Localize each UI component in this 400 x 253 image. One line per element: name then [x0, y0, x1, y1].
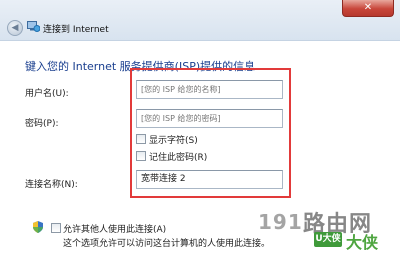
show-chars-checkbox[interactable] — [136, 134, 146, 144]
username-input[interactable] — [136, 80, 283, 99]
password-label: 密码(P): — [25, 119, 59, 129]
password-input[interactable] — [136, 109, 283, 128]
username-label: 用户名(U): — [25, 89, 69, 99]
connection-name-label: 连接名称(N): — [25, 180, 78, 190]
remember-password-checkbox[interactable] — [136, 151, 146, 161]
window-title: 连接到 Internet — [43, 25, 109, 35]
close-button[interactable]: ✕ — [342, 0, 394, 17]
title-bar: ◀ 连接到 Internet — [0, 0, 400, 41]
show-chars-label: 显示字符(S) — [149, 136, 198, 146]
watermark-badge: U大侠 — [314, 232, 342, 247]
watermark-badge-suffix: 大侠 — [346, 233, 379, 252]
remember-password-label: 记住此密码(R) — [149, 153, 208, 163]
uac-shield-icon — [33, 221, 43, 233]
back-button[interactable]: ◀ — [7, 20, 23, 36]
sharing-note: 这个选项允许可以访问这台计算机的人使用此连接。 — [63, 239, 271, 249]
network-wizard-icon — [27, 21, 40, 32]
connection-name-input[interactable]: 宽带连接 2 — [136, 170, 283, 189]
allow-others-label: 允许其他人使用此连接(A) — [63, 225, 167, 235]
watermark-number: 191 — [258, 210, 303, 234]
allow-others-checkbox[interactable] — [51, 223, 61, 233]
